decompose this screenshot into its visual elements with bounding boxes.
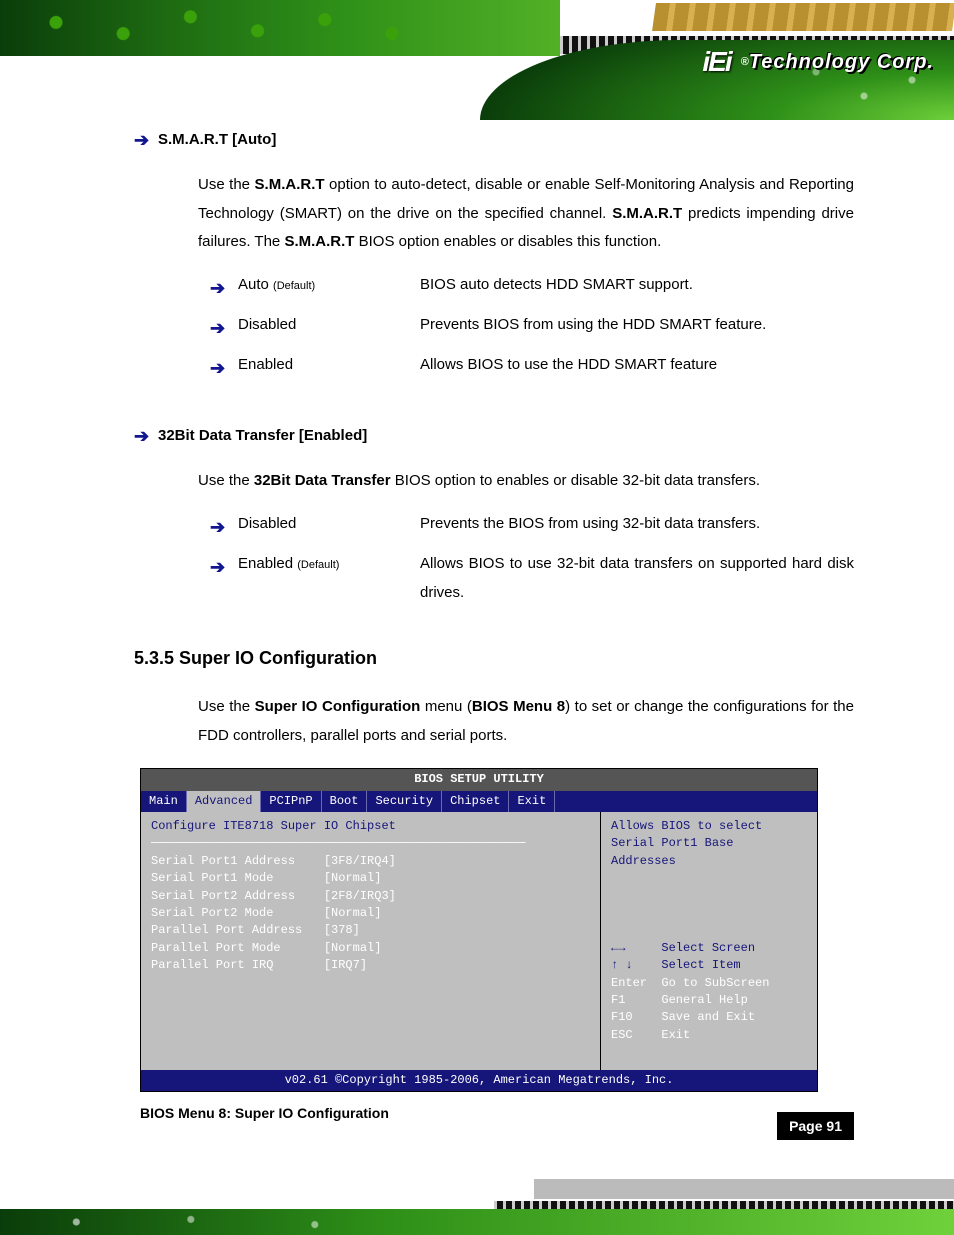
option-name: Enabled (Default): [238, 550, 420, 579]
text: Use the: [198, 176, 255, 193]
arrow-right-icon: ➔: [210, 271, 238, 305]
bios-tab: Main: [141, 791, 187, 812]
header-gold-strip: [652, 3, 954, 31]
footer-banner: [0, 1147, 954, 1235]
bios-tab: Exit: [509, 791, 555, 812]
bios-tab: Boot: [322, 791, 368, 812]
logo-registered: ®: [741, 56, 749, 68]
option-name: Enabled: [238, 351, 420, 380]
bios-caption: BIOS Menu 8: Super IO Configuration: [140, 1100, 854, 1127]
bios-main: Configure ITE8718 Super IO Chipset ─────…: [141, 812, 817, 1070]
bios-key-hint: F10 Save and Exit: [611, 1010, 755, 1024]
bios-item: Serial Port1 Address [3F8/IRQ4]: [151, 854, 396, 868]
brand-logo: iEi ® Technology Corp.: [702, 46, 934, 78]
arrow-right-icon: ➔: [134, 123, 158, 157]
bios-item: Serial Port2 Mode [Normal]: [151, 906, 381, 920]
option-row: ➔ Enabled (Default) Allows BIOS to use 3…: [210, 550, 854, 607]
bios-tab: Chipset: [442, 791, 509, 812]
smart-paragraph: Use the S.M.A.R.T option to auto-detect,…: [198, 171, 854, 257]
bios-title: BIOS SETUP UTILITY: [141, 769, 817, 790]
text: Use the: [198, 472, 254, 489]
arrow-right-icon: ➔: [210, 311, 238, 345]
text-bold: 32Bit Data Transfer: [254, 472, 391, 489]
arrow-right-icon: ➔: [210, 550, 238, 584]
header-pcb-left: [0, 0, 560, 56]
page-number: Page 91: [777, 1112, 854, 1140]
option-desc: Prevents BIOS from using the HDD SMART f…: [420, 311, 854, 340]
text: BIOS option to enables or disable 32-bit…: [391, 472, 760, 489]
arrow-right-icon: ➔: [134, 419, 158, 453]
option-row: ➔ Disabled Prevents BIOS from using the …: [210, 311, 854, 345]
bios-tab: Security: [367, 791, 442, 812]
text: Use the: [198, 698, 255, 715]
option-row: ➔ Auto (Default) BIOS auto detects HDD S…: [210, 271, 854, 305]
logo-text: Technology Corp.: [749, 51, 934, 74]
bios-tab-active: Advanced: [187, 791, 262, 812]
bios-key-hint: Enter Go to SubScreen: [611, 976, 769, 990]
option-row: ➔ Enabled Allows BIOS to use the HDD SMA…: [210, 351, 854, 385]
bit32-paragraph: Use the 32Bit Data Transfer BIOS option …: [198, 467, 854, 496]
option-name: Auto (Default): [238, 271, 420, 300]
text-bold: Super IO Configuration: [255, 698, 421, 715]
option-desc: BIOS auto detects HDD SMART support.: [420, 271, 854, 300]
bios-tabs: Main Advanced PCIPnP Boot Security Chips…: [141, 791, 817, 812]
bios-help-text: Allows BIOS to select Serial Port1 Base …: [611, 819, 762, 868]
bios-screenshot: BIOS SETUP UTILITY Main Advanced PCIPnP …: [140, 768, 818, 1092]
option-desc: Allows BIOS to use 32-bit data transfers…: [420, 550, 854, 607]
bios-item: Serial Port1 Mode [Normal]: [151, 871, 381, 885]
bios-right-pane: Allows BIOS to select Serial Port1 Base …: [601, 812, 817, 1070]
arrow-right-icon: ➔: [210, 351, 238, 385]
bios-item: Parallel Port Address [378]: [151, 923, 360, 937]
smart-title: S.M.A.R.T [Auto]: [158, 126, 276, 155]
logo-brand: iEi: [702, 46, 730, 78]
option-desc: Allows BIOS to use the HDD SMART feature: [420, 351, 854, 380]
bit32-title: 32Bit Data Transfer [Enabled]: [158, 422, 367, 451]
option-row: ➔ Disabled Prevents the BIOS from using …: [210, 510, 854, 544]
option-name: Disabled: [238, 311, 420, 340]
footer-pcb: [0, 1209, 954, 1235]
bios-key-hint: ↑ ↓ Select Item: [611, 958, 741, 972]
header-banner: iEi ® Technology Corp.: [0, 0, 954, 115]
text: BIOS option enables or disables this fun…: [354, 233, 661, 250]
page-body: ➔ S.M.A.R.T [Auto] Use the S.M.A.R.T opt…: [0, 115, 954, 1127]
bios-key-hint: ←→ Select Screen: [611, 941, 755, 955]
bios-item: Parallel Port IRQ [IRQ7]: [151, 958, 367, 972]
superio-number: 5.3.5 Super IO Configuration: [134, 641, 854, 675]
text-bold: S.M.A.R.T: [255, 176, 325, 193]
bit32-heading: ➔ 32Bit Data Transfer [Enabled]: [134, 419, 854, 453]
bios-tab: PCIPnP: [261, 791, 321, 812]
arrow-right-icon: ➔: [210, 510, 238, 544]
text-bold: BIOS Menu 8: [472, 698, 565, 715]
option-name: Disabled: [238, 510, 420, 539]
text-bold: S.M.A.R.T: [284, 233, 354, 250]
superio-paragraph: Use the Super IO Configuration menu (BIO…: [198, 693, 854, 750]
option-desc: Prevents the BIOS from using 32-bit data…: [420, 510, 854, 539]
bios-item: Serial Port2 Address [2F8/IRQ3]: [151, 889, 396, 903]
bios-key-hint: ESC Exit: [611, 1028, 690, 1042]
smart-heading: ➔ S.M.A.R.T [Auto]: [134, 123, 854, 157]
bios-left-pane: Configure ITE8718 Super IO Chipset ─────…: [141, 812, 601, 1070]
text-bold: S.M.A.R.T: [612, 205, 682, 222]
bios-tab-spacer: [555, 791, 817, 812]
bios-key-hint: F1 General Help: [611, 993, 748, 1007]
footer-grey-bar: [534, 1179, 954, 1199]
bios-item: Parallel Port Mode [Normal]: [151, 941, 381, 955]
bios-footer: v02.61 ©Copyright 1985-2006, American Me…: [141, 1070, 817, 1091]
text: menu (: [420, 698, 472, 715]
bios-divider: ────────────────────────────────────────…: [151, 836, 525, 850]
bios-left-heading: Configure ITE8718 Super IO Chipset: [151, 819, 396, 833]
